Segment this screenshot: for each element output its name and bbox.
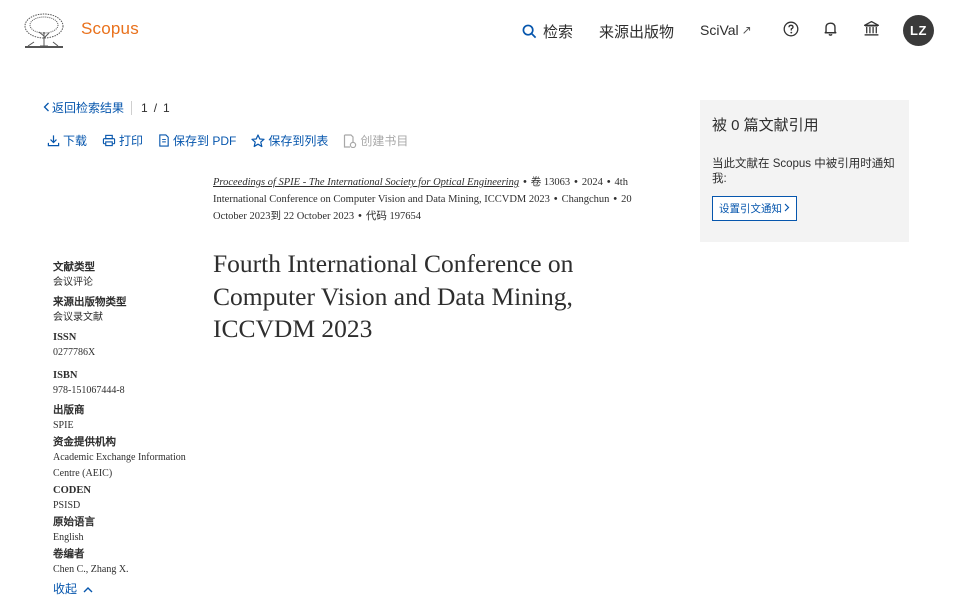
notifications-button[interactable] [819, 20, 841, 42]
print-label: 打印 [119, 134, 144, 148]
issn-label: ISSN [53, 332, 77, 343]
conference-code: 代码 197654 [365, 211, 421, 222]
set-citation-alert-label: 设置引文通知 [719, 203, 782, 215]
result-pager: 1 / 1 [141, 101, 170, 115]
nav-scival-link[interactable]: SciVal ↗ [700, 22, 752, 38]
divider [131, 100, 133, 115]
chevron-left-icon [43, 101, 50, 115]
publisher-label: 出版商 [53, 405, 85, 416]
editors-label: 卷编者 [53, 549, 85, 560]
coden-label: CODEN [53, 485, 91, 496]
title-line: Computer Vision and Data Mining, [213, 281, 573, 311]
separator-dot: • [613, 194, 618, 205]
download-label: 下载 [63, 134, 88, 148]
chevron-up-icon [83, 582, 93, 596]
funding-value: Academic Exchange Information Centre (AE… [53, 452, 186, 479]
pager-total: 1 [163, 100, 170, 115]
scopus-brand[interactable]: Scopus [81, 19, 139, 39]
help-button[interactable] [780, 20, 802, 42]
cited-by-count: 被 0 篇文献引用 [712, 117, 819, 134]
cited-by-panel: 被 0 篇文献引用 当此文献在 Scopus 中被引用时通知我: 设置引文通知 [700, 100, 909, 242]
pdf-icon [158, 134, 170, 147]
external-link-icon: ↗ [741, 23, 752, 37]
elsevier-logo-icon[interactable] [22, 12, 66, 50]
language-label: 原始语言 [53, 517, 95, 528]
source-type-value: 会议录文献 [53, 312, 103, 323]
institution-icon [863, 20, 880, 42]
save-pdf-button[interactable]: 保存到 PDF [158, 132, 236, 149]
doc-type-value: 会议评论 [53, 277, 93, 288]
document-toolbar: 下载 打印 保存到 PDF 保存到列表 创建书目 [47, 132, 423, 149]
create-bibliography-button[interactable]: 创建书目 [343, 132, 408, 149]
document-metadata: 文献类型 会议评论 来源出版物类型 会议录文献 ISSN 0277786X IS… [53, 256, 203, 597]
search-icon [522, 24, 537, 39]
document-title: Fourth International Conference on Compu… [213, 248, 683, 346]
nav-sources-link[interactable]: 来源出版物 [599, 21, 674, 42]
chevron-right-icon [784, 203, 790, 215]
citation-alert-description: 当此文献在 Scopus 中被引用时通知我: [712, 158, 895, 185]
save-to-list-label: 保存到列表 [268, 134, 329, 148]
print-icon [102, 134, 116, 147]
collapse-label: 收起 [53, 582, 78, 596]
user-avatar[interactable]: LZ [903, 15, 934, 46]
print-button[interactable]: 打印 [102, 132, 143, 149]
help-icon [783, 21, 799, 42]
funding-label: 资金提供机构 [53, 437, 116, 448]
title-line: Fourth International Conference on [213, 249, 574, 278]
document-source-info: Proceedings of SPIE - The International … [213, 174, 668, 225]
editors-value: Chen C., Zhang X. [53, 564, 129, 575]
conference-location: Changchun [561, 194, 610, 205]
bibliography-icon [343, 133, 357, 148]
isbn-label: ISBN [53, 370, 78, 381]
results-navigation: 返回检索结果 1 / 1 [43, 99, 170, 116]
download-button[interactable]: 下载 [47, 132, 87, 149]
save-pdf-label: 保存到 PDF [173, 134, 237, 148]
create-bibliography-label: 创建书目 [360, 134, 409, 148]
nav-search-label: 检索 [543, 24, 574, 41]
volume: 卷 13063 [530, 177, 571, 188]
source-type-label: 来源出版物类型 [53, 297, 127, 308]
doc-type-label: 文献类型 [53, 262, 95, 273]
back-to-results-link[interactable]: 返回检索结果 [43, 99, 124, 116]
publisher-value: SPIE [53, 420, 74, 431]
collapse-button[interactable]: 收起 [53, 580, 203, 597]
isbn-value: 978-151067444-8 [53, 385, 125, 396]
pager-separator: / [153, 100, 158, 115]
set-citation-alert-button[interactable]: 设置引文通知 [712, 196, 797, 221]
issn-value: 0277786X [53, 347, 96, 358]
title-line: ICCVDM 2023 [213, 314, 373, 343]
separator-dot: • [606, 177, 611, 188]
download-icon [47, 134, 60, 147]
top-header: Scopus 检索 来源出版物 SciVal ↗ LZ [0, 0, 954, 62]
pager-current: 1 [141, 100, 148, 115]
save-to-list-button[interactable]: 保存到列表 [251, 132, 328, 149]
bell-icon [822, 20, 839, 42]
institution-button[interactable] [860, 20, 882, 42]
year: 2024 [581, 177, 603, 188]
coden-value: PSISD [53, 500, 81, 511]
nav-scival-label: SciVal [700, 22, 739, 38]
star-icon [251, 133, 265, 148]
language-value: English [53, 532, 84, 543]
nav-search-link[interactable]: 检索 [522, 21, 573, 42]
journal-link[interactable]: Proceedings of SPIE - The International … [213, 177, 519, 188]
separator-dot: • [523, 177, 527, 188]
separator-dot: • [358, 211, 362, 222]
back-to-results-label: 返回检索结果 [52, 101, 125, 115]
separator-dot: • [574, 177, 578, 188]
separator-dot: • [553, 194, 558, 205]
